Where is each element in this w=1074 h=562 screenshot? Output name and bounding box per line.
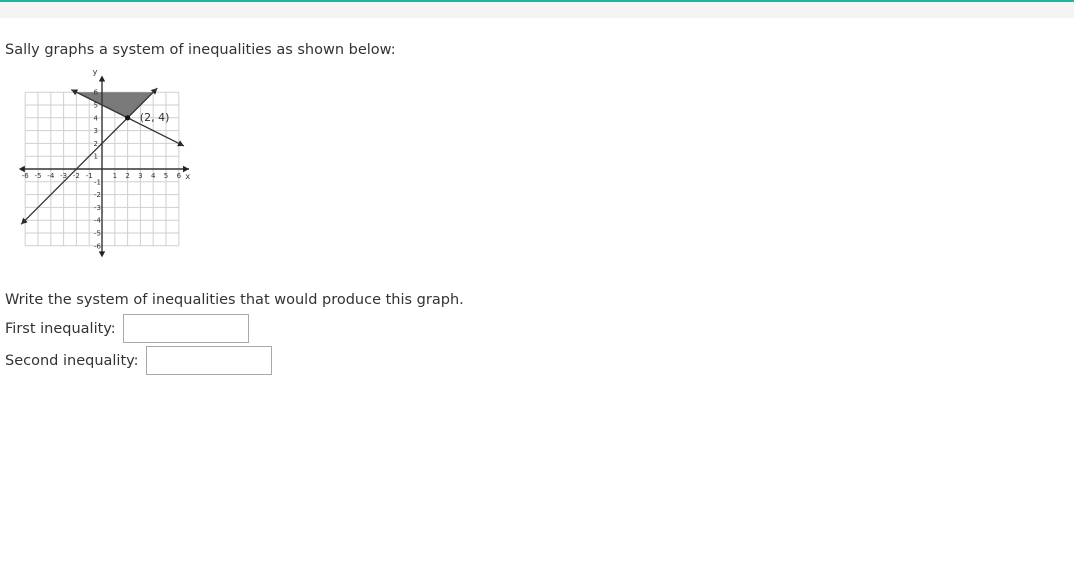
y-axis-arrow-down: [98, 251, 106, 258]
y-tick-label: -3: [94, 204, 101, 212]
second-inequality-input[interactable]: [145, 346, 272, 375]
y-tick-label: 4: [94, 114, 99, 122]
prompt-text: Sally graphs a system of inequalities as…: [5, 42, 396, 58]
second-inequality-label: Second inequality:: [5, 352, 139, 369]
y-axis-label: y: [93, 68, 98, 76]
point-label: (2, 4): [140, 111, 170, 124]
first-inequality-row: First inequality:: [5, 314, 249, 343]
x-tick-label: -5: [35, 172, 42, 180]
x-tick-label: 5: [164, 172, 168, 180]
y-tick-label: 2: [94, 140, 98, 148]
second-inequality-row: Second inequality:: [5, 346, 272, 375]
top-bar: [0, 0, 1074, 18]
x-tick-label: 6: [177, 172, 182, 180]
y-tick-label: -5: [94, 230, 101, 238]
y-tick-label: -6: [94, 242, 102, 250]
x-tick-label: 3: [138, 172, 142, 180]
x-tick-label: 2: [125, 172, 129, 180]
first-inequality-input[interactable]: [122, 314, 249, 343]
x-tick-label: -4: [47, 172, 55, 180]
x-tick-label: 4: [151, 172, 156, 180]
x-axis-label: x: [185, 172, 190, 181]
intersection-point: [125, 115, 131, 121]
y-tick-label: -4: [94, 217, 102, 225]
x-tick-label: 1: [113, 172, 117, 180]
x-tick-label: -1: [86, 172, 93, 180]
y-tick-label: 3: [94, 127, 98, 135]
y-axis-arrow-up: [98, 75, 106, 82]
y-tick-label: -1: [94, 178, 101, 186]
x-tick-label: -2: [73, 172, 80, 180]
x-tick-label: -6: [22, 172, 30, 180]
y-tick-label: 6: [94, 89, 99, 97]
first-inequality-label: First inequality:: [5, 320, 116, 337]
y-tick-label: 1: [94, 153, 98, 161]
inequality-graph: -6 -5 -4 -3 -2 -1 1 2 3 4 5 6123456-1-2-3-4-5-6xy(2…: [18, 68, 190, 258]
y-tick-label: 5: [94, 102, 98, 110]
y-tick-label: -2: [94, 191, 101, 199]
x-tick-label: -3: [60, 172, 67, 180]
question-text: Write the system of inequalities that wo…: [5, 292, 464, 308]
